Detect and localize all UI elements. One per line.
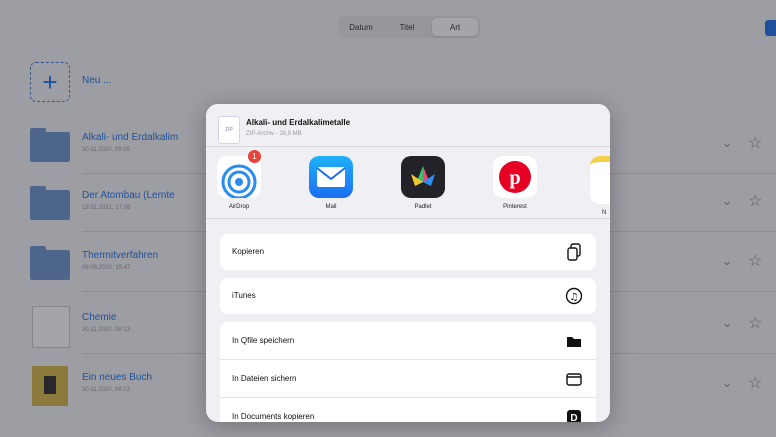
copy-icon	[564, 242, 584, 262]
files-icon	[564, 369, 584, 389]
folder-icon	[564, 331, 584, 351]
action-label: In Documents kopieren	[232, 412, 315, 421]
app-label: N	[602, 210, 607, 216]
svg-text:p: p	[509, 167, 520, 189]
app-padlet[interactable]: Padlet	[396, 156, 450, 210]
mail-icon	[309, 156, 353, 198]
app-notes[interactable]: N	[580, 156, 610, 216]
action-label: Kopieren	[232, 247, 265, 256]
action-label: In Dateien sichern	[232, 374, 297, 383]
action-files[interactable]: In Dateien sichern	[220, 360, 596, 398]
pinterest-icon: p	[493, 156, 537, 198]
share-app-row: 1 AirDrop Mail Padlet p Pinterest N	[206, 146, 610, 219]
action-itunes[interactable]: iTunes ♫	[220, 278, 596, 314]
action-qfile[interactable]: In Qfile speichern	[220, 322, 596, 360]
action-label: In Qfile speichern	[232, 336, 295, 345]
app-label: AirDrop	[228, 204, 250, 210]
app-mail[interactable]: Mail	[304, 156, 358, 210]
notes-icon	[590, 156, 610, 204]
padlet-icon	[401, 156, 445, 198]
app-label: Pinterest	[503, 204, 527, 210]
share-header: ZIP Alkali- und Erdalkalimetalle ZIP-Arc…	[206, 104, 610, 147]
action-copy[interactable]: Kopieren	[220, 234, 596, 270]
share-file-subtitle: ZIP-Archiv · 28,5 MB	[246, 131, 302, 137]
action-documents[interactable]: In Documents kopieren D	[220, 398, 596, 422]
share-file-title: Alkali- und Erdalkalimetalle	[246, 118, 351, 127]
music-icon: ♫	[564, 286, 584, 306]
notification-badge: 1	[248, 150, 261, 163]
app-pinterest[interactable]: p Pinterest	[488, 156, 542, 210]
action-group: In Qfile speichern In Dateien sichern In…	[220, 322, 596, 422]
documents-icon: D	[564, 407, 584, 422]
svg-text:D: D	[570, 413, 577, 422]
svg-text:♫: ♫	[570, 292, 579, 303]
zip-file-icon: ZIP	[218, 116, 240, 144]
app-airdrop[interactable]: 1 AirDrop	[212, 150, 266, 210]
app-label: Mail	[325, 204, 337, 210]
share-sheet: ZIP Alkali- und Erdalkalimetalle ZIP-Arc…	[206, 104, 610, 422]
action-label: iTunes	[232, 291, 256, 300]
app-label: Padlet	[414, 204, 432, 210]
